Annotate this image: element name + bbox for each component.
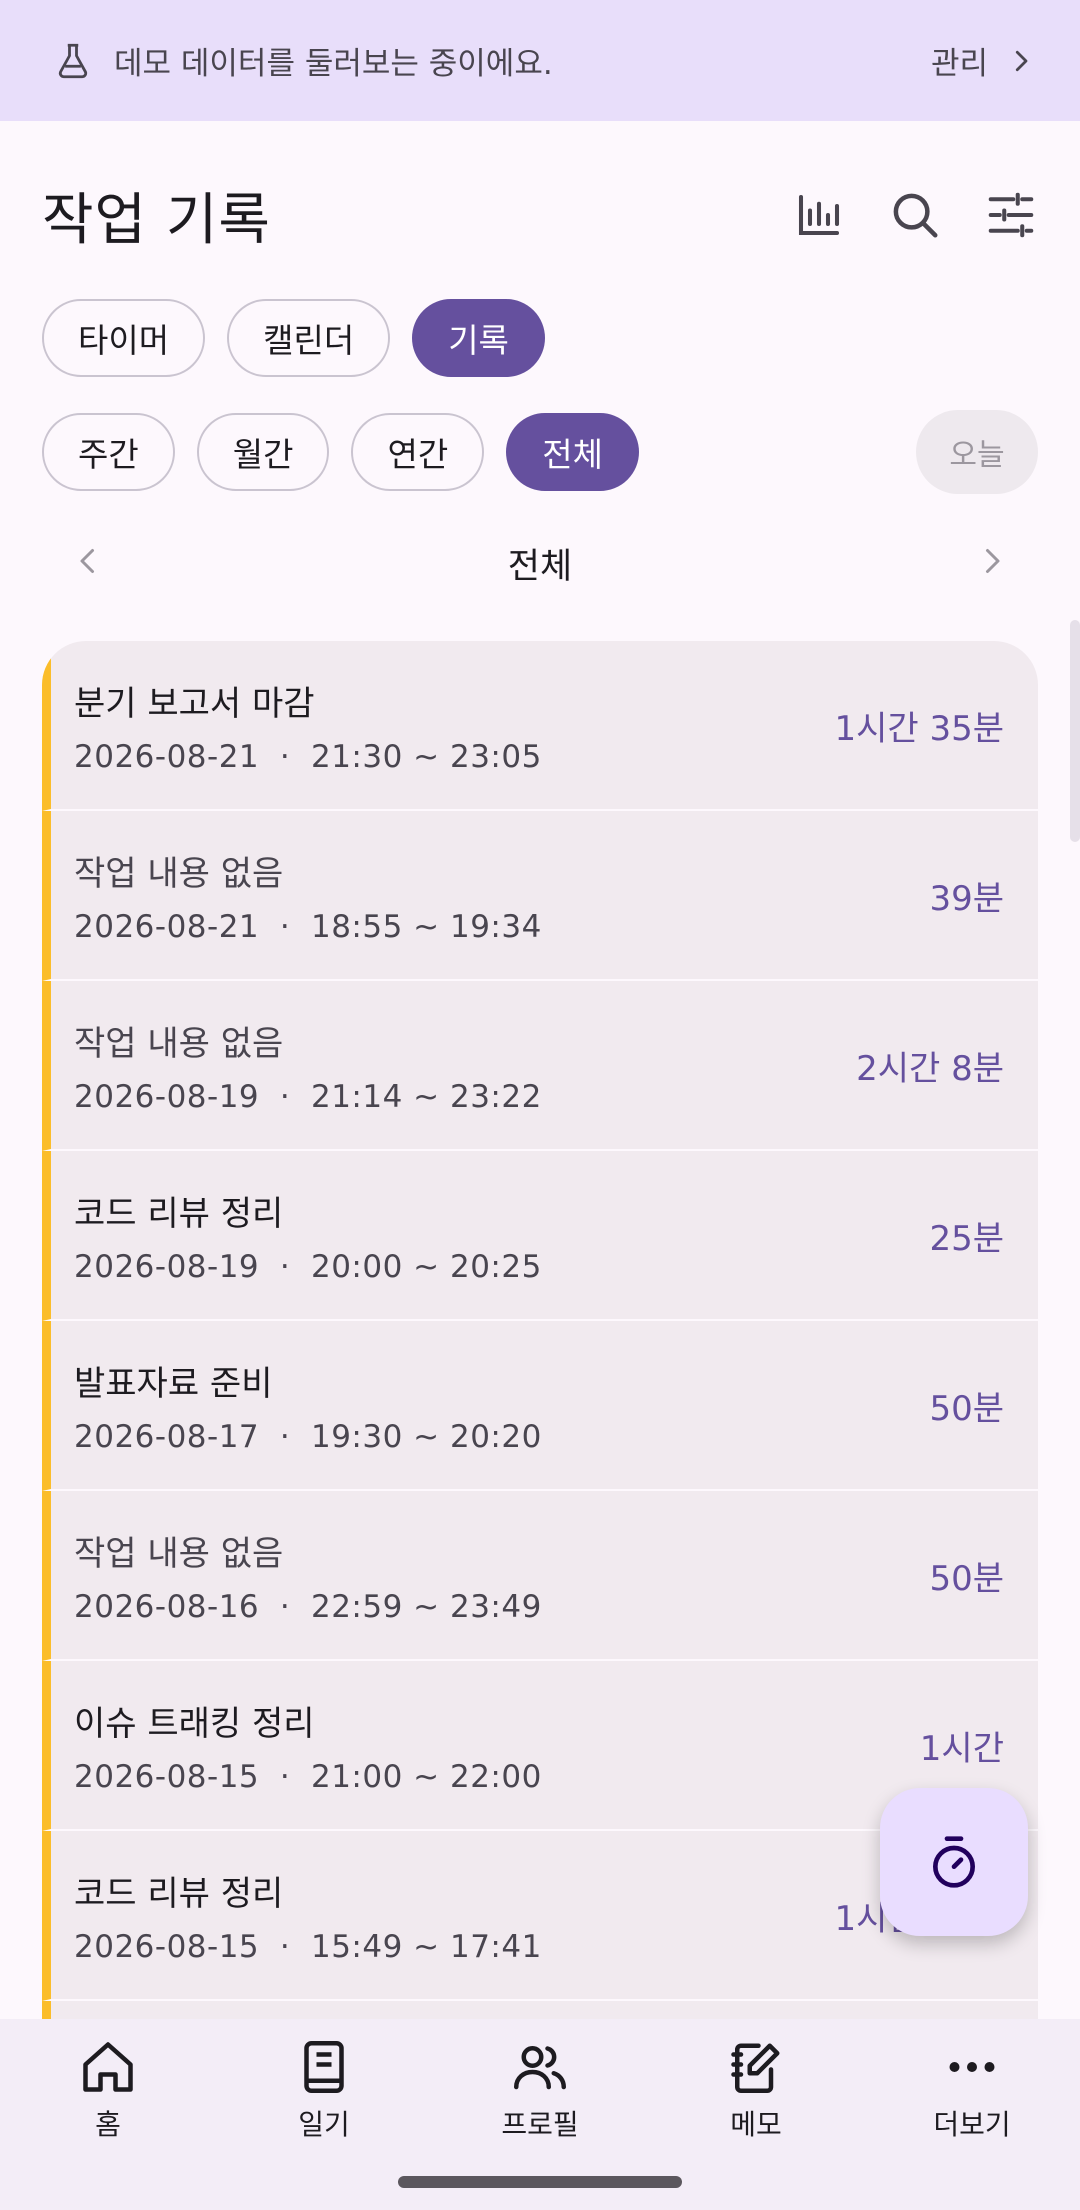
tab-calendar[interactable]: 캘린더 bbox=[227, 299, 391, 377]
record-meta: 2026-08-15 · 15:49 ~ 17:41 bbox=[74, 1928, 542, 1965]
home-icon bbox=[83, 2042, 133, 2092]
banner-message: 데모 데이터를 둘러보는 중이에요. bbox=[114, 46, 553, 82]
people-icon bbox=[514, 2046, 566, 2090]
demo-banner: 데모 데이터를 둘러보는 중이에요. 관리 bbox=[0, 0, 1080, 121]
nav-more[interactable]: 더보기 bbox=[882, 2037, 1062, 2210]
manage-button[interactable]: 관리 bbox=[931, 38, 1036, 83]
list-item[interactable] bbox=[42, 2001, 1038, 2019]
nav-memo-label: 메모 bbox=[730, 2108, 782, 2141]
page-title: 작업 기록 bbox=[42, 187, 271, 253]
prev-period-button[interactable] bbox=[70, 543, 106, 583]
bar-chart-icon[interactable] bbox=[792, 188, 846, 242]
next-period-button[interactable] bbox=[974, 543, 1010, 583]
view-tabs: 타이머 캘린더 기록 bbox=[42, 299, 545, 377]
record-duration: 39분 bbox=[929, 878, 1004, 919]
range-tabs: 주간 월간 연간 전체 bbox=[42, 413, 639, 491]
nav-home-label: 홈 bbox=[95, 2108, 121, 2141]
chevron-left-icon bbox=[80, 549, 94, 573]
tune-icon[interactable] bbox=[984, 188, 1038, 242]
chevron-right-icon bbox=[986, 549, 1000, 573]
record-duration: 50분 bbox=[929, 1388, 1004, 1429]
timer-fab[interactable] bbox=[880, 1788, 1028, 1936]
record-meta: 2026-08-19 · 21:14 ~ 23:22 bbox=[74, 1078, 542, 1115]
tab-timer[interactable]: 타이머 bbox=[42, 299, 206, 377]
record-duration: 1시간 bbox=[919, 1728, 1004, 1769]
period-label: 전체 bbox=[507, 546, 573, 587]
stopwatch-icon bbox=[933, 1836, 975, 1888]
record-duration: 50분 bbox=[929, 1558, 1004, 1599]
more-horiz-icon bbox=[949, 2062, 995, 2072]
tab-all[interactable]: 전체 bbox=[506, 413, 639, 491]
tab-monthly[interactable]: 월간 bbox=[196, 413, 330, 491]
nav-diary[interactable]: 일기 bbox=[234, 2037, 414, 2210]
nav-memo[interactable]: 메모 bbox=[666, 2037, 846, 2210]
list-item[interactable]: 작업 내용 없음 2026-08-21 · 18:55 ~ 19:34 39분 bbox=[42, 811, 1038, 981]
scrollbar[interactable] bbox=[1070, 620, 1080, 842]
record-meta: 2026-08-19 · 20:00 ~ 20:25 bbox=[74, 1248, 542, 1285]
chevron-right-icon bbox=[1015, 50, 1028, 71]
nav-profile-label: 프로필 bbox=[501, 2108, 579, 2141]
nav-diary-label: 일기 bbox=[298, 2108, 350, 2141]
record-title: 작업 내용 없음 bbox=[74, 1023, 284, 1064]
record-duration: 2시간 8분 bbox=[856, 1048, 1004, 1089]
home-indicator[interactable] bbox=[398, 2176, 682, 2188]
nav-more-label: 더보기 bbox=[933, 2108, 1011, 2141]
note-edit-icon bbox=[731, 2043, 780, 2093]
flask-icon bbox=[52, 40, 94, 82]
list-item[interactable]: 작업 내용 없음 2026-08-16 · 22:59 ~ 23:49 50분 bbox=[42, 1491, 1038, 1661]
record-title: 작업 내용 없음 bbox=[74, 853, 284, 894]
record-duration: 25분 bbox=[929, 1218, 1004, 1259]
record-title: 이슈 트래킹 정리 bbox=[74, 1703, 315, 1744]
list-item[interactable]: 발표자료 준비 2026-08-17 · 19:30 ~ 20:20 50분 bbox=[42, 1321, 1038, 1491]
record-meta: 2026-08-16 · 22:59 ~ 23:49 bbox=[74, 1588, 542, 1625]
tab-yearly[interactable]: 연간 bbox=[351, 413, 485, 491]
book-icon bbox=[304, 2041, 344, 2093]
record-meta: 2026-08-15 · 21:00 ~ 22:00 bbox=[74, 1758, 542, 1795]
search-icon[interactable] bbox=[888, 188, 942, 242]
record-duration: 1시간 35분 bbox=[834, 708, 1004, 749]
record-meta: 2026-08-17 · 19:30 ~ 20:20 bbox=[74, 1418, 542, 1455]
manage-label: 관리 bbox=[930, 46, 988, 82]
list-item[interactable]: 코드 리뷰 정리 2026-08-19 · 20:00 ~ 20:25 25분 bbox=[42, 1151, 1038, 1321]
record-title: 코드 리뷰 정리 bbox=[74, 1193, 284, 1234]
list-item[interactable]: 분기 보고서 마감 2026-08-21 · 21:30 ~ 23:05 1시간… bbox=[42, 641, 1038, 811]
record-title: 코드 리뷰 정리 bbox=[74, 1873, 284, 1914]
record-title: 작업 내용 없음 bbox=[74, 1533, 284, 1574]
record-title: 발표자료 준비 bbox=[74, 1363, 273, 1404]
record-meta: 2026-08-21 · 21:30 ~ 23:05 bbox=[74, 738, 542, 775]
record-meta: 2026-08-21 · 18:55 ~ 19:34 bbox=[74, 908, 542, 945]
record-title: 분기 보고서 마감 bbox=[74, 683, 315, 724]
list-item[interactable]: 작업 내용 없음 2026-08-19 · 21:14 ~ 23:22 2시간 … bbox=[42, 981, 1038, 1151]
period-navigator: 전체 bbox=[0, 528, 1080, 598]
tab-weekly[interactable]: 주간 bbox=[42, 413, 175, 491]
today-button[interactable]: 오늘 bbox=[916, 410, 1038, 494]
header: 작업 기록 bbox=[0, 160, 1080, 270]
nav-home[interactable]: 홈 bbox=[18, 2037, 198, 2210]
tab-records[interactable]: 기록 bbox=[412, 299, 545, 377]
